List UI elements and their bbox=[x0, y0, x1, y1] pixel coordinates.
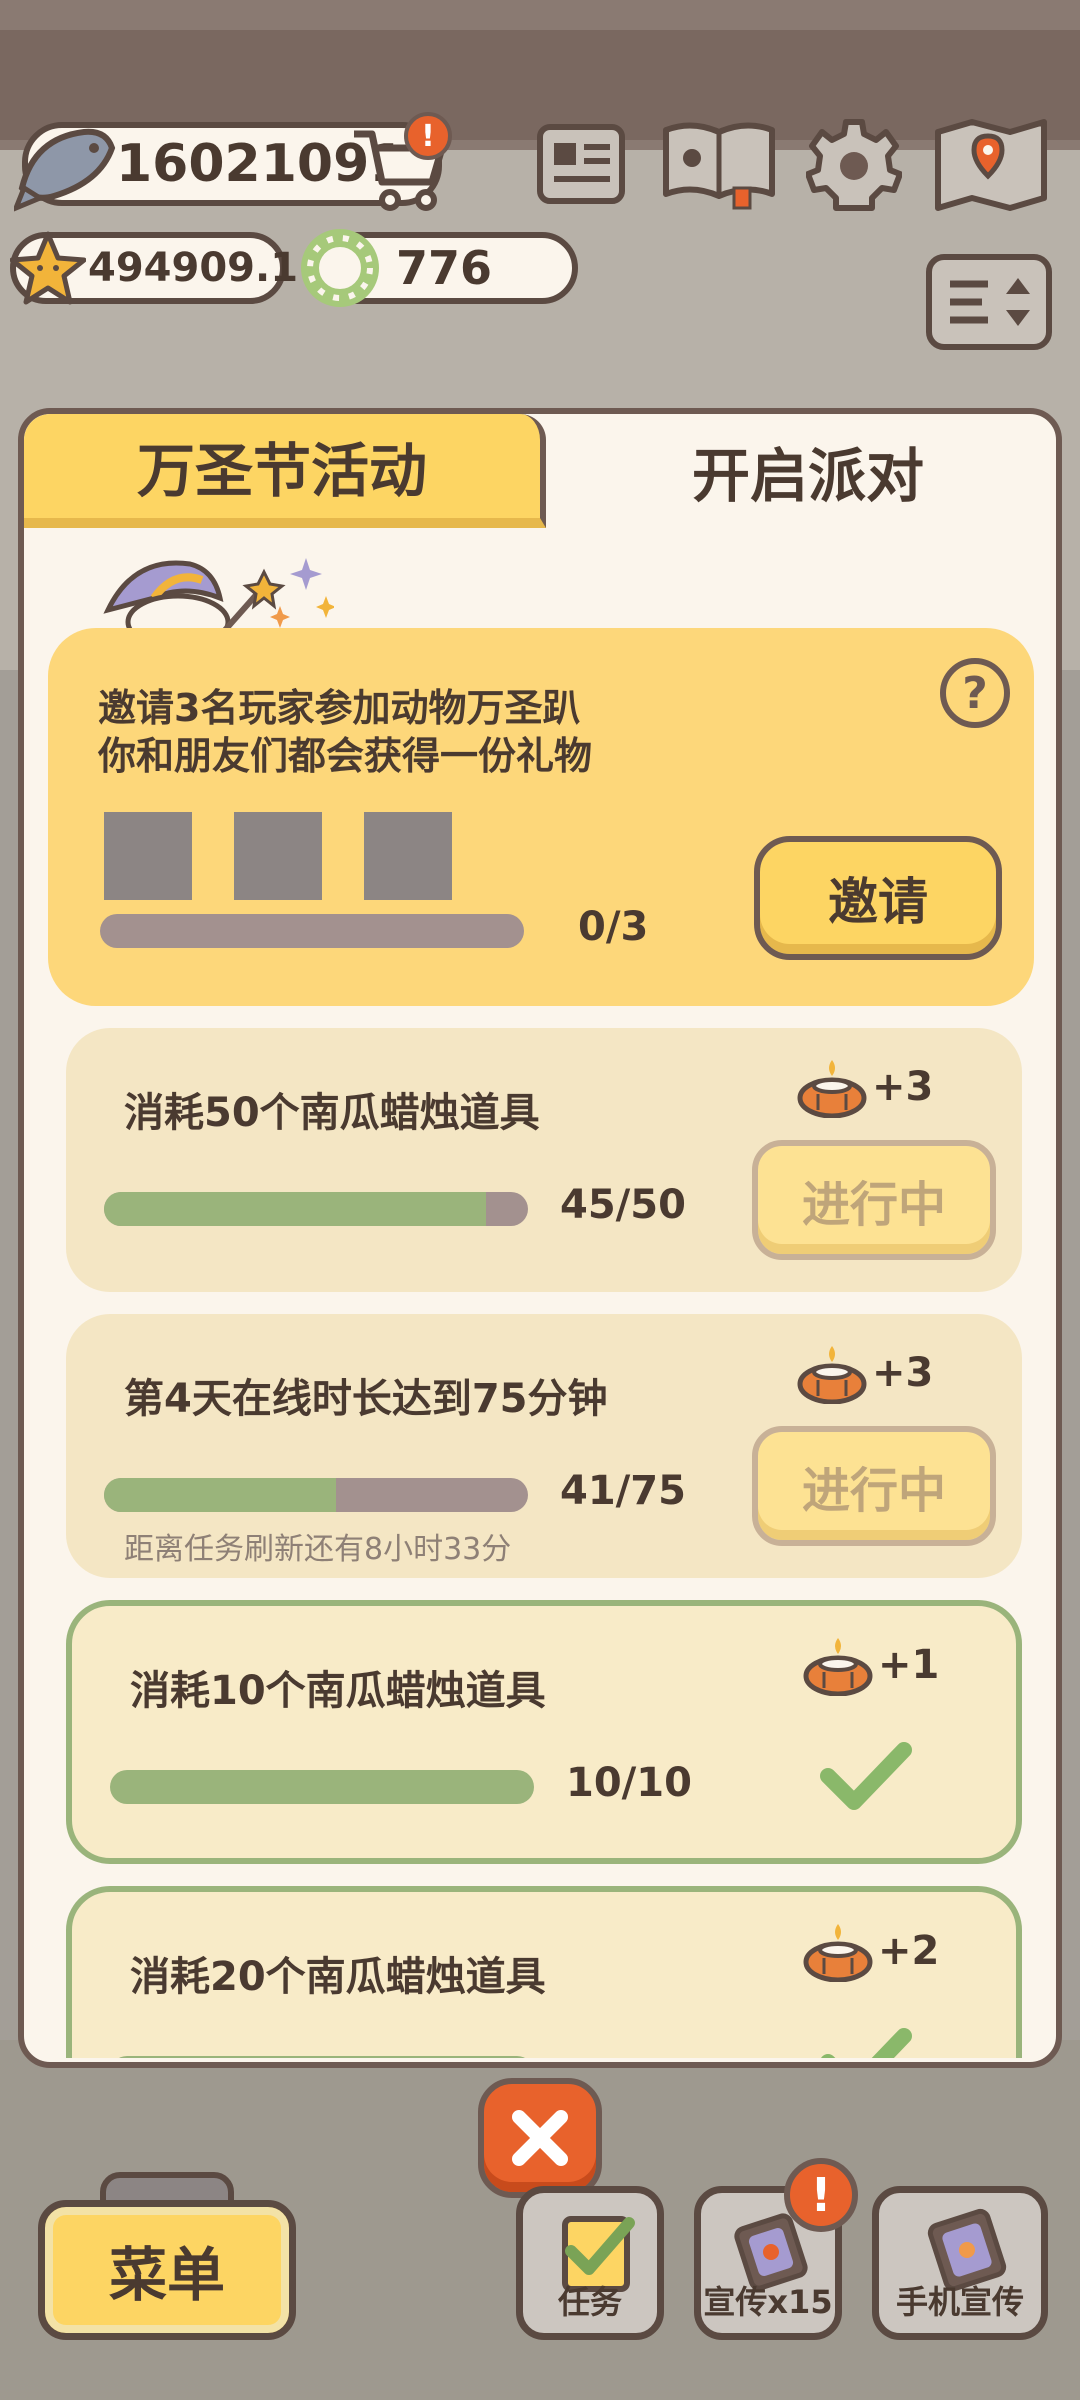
task-card: 第4天在线时长达到75分钟 +3 41/75 进行中距离任务刷新还有8小时33分 bbox=[66, 1314, 1022, 1578]
in-progress-button[interactable]: 进行中 bbox=[752, 1140, 996, 1260]
pumpkin-candle-icon bbox=[803, 1924, 873, 1982]
task-refresh-countdown: 距离任务刷新还有8小时33分 bbox=[124, 1532, 512, 1567]
task-progress-bar bbox=[104, 1478, 528, 1512]
invite-button[interactable]: 邀请 bbox=[754, 836, 1002, 960]
sort-button[interactable] bbox=[926, 254, 1052, 350]
invite-progress-bar bbox=[100, 914, 524, 948]
ring-icon bbox=[300, 228, 380, 308]
close-button[interactable] bbox=[478, 2078, 602, 2198]
task-progress-fill bbox=[110, 1770, 534, 1804]
tasks-button[interactable]: 任务 bbox=[516, 2186, 664, 2340]
task-reward: +2 bbox=[802, 1920, 939, 1982]
invite-text-line2: 你和朋友们都会获得一份礼物 bbox=[98, 734, 593, 778]
phone-promo-button-label: 手机宣传 bbox=[895, 2283, 1024, 2321]
map-icon bbox=[935, 119, 1047, 211]
task-progress-fill bbox=[104, 1478, 336, 1512]
map-button[interactable] bbox=[932, 116, 1050, 212]
invite-text-line1: 邀请3名玩家参加动物万圣趴 bbox=[98, 686, 581, 730]
gear-icon bbox=[806, 119, 902, 211]
star-icon bbox=[10, 230, 86, 306]
task-title: 消耗50个南瓜蜡烛道具 bbox=[124, 1090, 540, 1136]
task-progress-count: 10/10 bbox=[566, 1760, 692, 1806]
pumpkin-candle-icon bbox=[797, 1060, 867, 1118]
in-progress-button[interactable]: 进行中 bbox=[752, 1426, 996, 1546]
task-reward: +3 bbox=[796, 1342, 933, 1404]
task-reward-amount: +1 bbox=[878, 1642, 940, 1688]
invite-card: 邀请3名玩家参加动物万圣趴 你和朋友们都会获得一份礼物 ? 0/3 邀请 bbox=[48, 628, 1034, 1006]
tab-halloween-event[interactable]: 万圣节活动 bbox=[24, 414, 546, 528]
sort-icon bbox=[950, 278, 1030, 326]
task-reward-amount: +3 bbox=[872, 1350, 934, 1396]
help-icon[interactable]: ? bbox=[940, 658, 1010, 728]
close-icon bbox=[512, 2110, 568, 2166]
pumpkin-candle-icon bbox=[803, 1638, 873, 1696]
star-currency-value: 494909.1 bbox=[88, 245, 299, 291]
task-title: 第4天在线时长达到75分钟 bbox=[124, 1376, 608, 1422]
invite-progress-count: 0/3 bbox=[578, 904, 649, 950]
completed-check-icon bbox=[820, 2028, 912, 2058]
task-reward: +1 bbox=[802, 1634, 939, 1696]
paw-book-button[interactable] bbox=[660, 116, 778, 212]
invite-slot-2 bbox=[234, 812, 322, 900]
promo-alert-icon: ! bbox=[784, 2158, 858, 2232]
task-progress-count: 45/50 bbox=[560, 1182, 686, 1228]
promo-button-label: 宣传x15 bbox=[703, 2283, 833, 2321]
task-reward-amount: +2 bbox=[878, 1928, 940, 1974]
menu-button[interactable]: 菜单 bbox=[38, 2200, 296, 2340]
invite-slot-3 bbox=[364, 812, 452, 900]
paw-book-icon bbox=[663, 122, 775, 210]
pumpkin-candle-icon bbox=[797, 1346, 867, 1404]
task-title: 消耗20个南瓜蜡烛道具 bbox=[130, 1954, 546, 2000]
settings-button[interactable] bbox=[806, 116, 902, 212]
task-progress-fill bbox=[104, 1192, 486, 1226]
task-progress-bar bbox=[110, 1770, 534, 1804]
task-card: 消耗50个南瓜蜡烛道具 +3 45/50 进行中 bbox=[66, 1028, 1022, 1292]
fish-icon bbox=[14, 118, 118, 212]
newspaper-button[interactable] bbox=[534, 116, 628, 212]
invite-description: 邀请3名玩家参加动物万圣趴 你和朋友们都会获得一份礼物 bbox=[98, 684, 592, 780]
task-card: 消耗20个南瓜蜡烛道具 +2 bbox=[66, 1886, 1022, 2058]
tab-start-party[interactable]: 开启派对 bbox=[554, 414, 1056, 528]
halloween-event-panel: 万圣节活动 开启派对 邀请3名玩家参加动物万圣趴 你和朋友们都会获得一份礼物 ? bbox=[18, 408, 1062, 2068]
completed-check-icon bbox=[820, 1742, 912, 1816]
invite-slot-1 bbox=[104, 812, 192, 900]
task-card: 消耗10个南瓜蜡烛道具 +1 10/10 bbox=[66, 1600, 1022, 1864]
task-progress-bar bbox=[104, 1192, 528, 1226]
task-title: 消耗10个南瓜蜡烛道具 bbox=[130, 1668, 546, 1714]
ring-currency-value: 776 bbox=[396, 241, 493, 295]
newspaper-icon bbox=[537, 124, 625, 204]
tasks-button-label: 任务 bbox=[557, 2283, 622, 2321]
cart-alert-icon: ! bbox=[404, 112, 452, 160]
phone-promo-button[interactable]: 手机宣传 bbox=[872, 2186, 1048, 2340]
task-progress-bar bbox=[110, 2056, 534, 2058]
task-progress-count: 41/75 bbox=[560, 1468, 686, 1514]
task-scroll-list[interactable]: 邀请3名玩家参加动物万圣趴 你和朋友们都会获得一份礼物 ? 0/3 邀请 消耗5… bbox=[24, 528, 1056, 2058]
task-reward: +3 bbox=[796, 1056, 933, 1118]
task-reward-amount: +3 bbox=[872, 1064, 934, 1110]
task-progress-fill bbox=[110, 2056, 534, 2058]
